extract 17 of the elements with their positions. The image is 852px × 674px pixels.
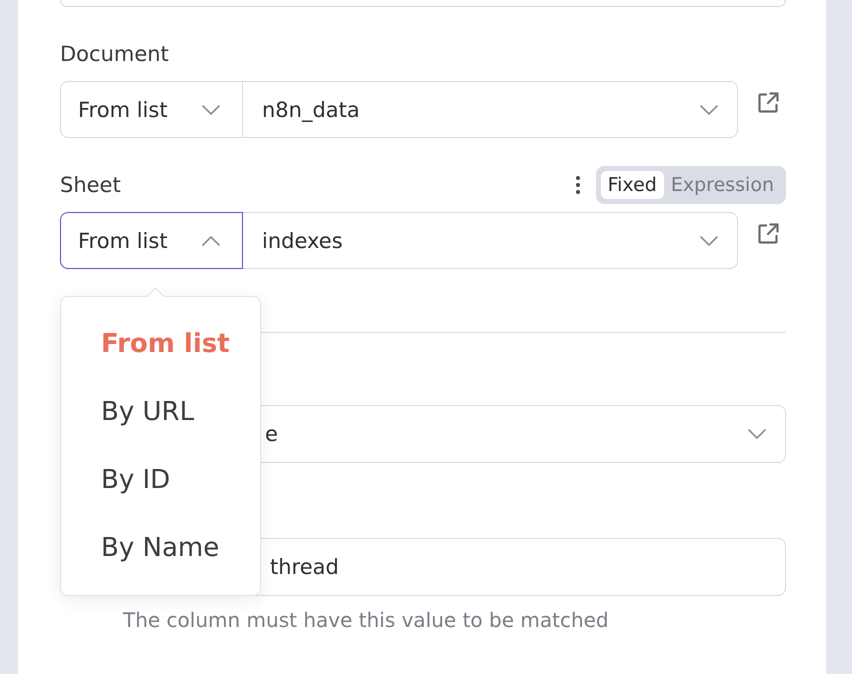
chevron-icon (202, 104, 220, 114)
field-label: Document (60, 41, 169, 68)
value-select[interactable]: indexes (243, 212, 738, 269)
mode-select[interactable]: From list (60, 81, 243, 138)
external-link-icon[interactable] (756, 91, 780, 115)
external-link-icon[interactable] (756, 222, 780, 246)
more-options-icon[interactable] (576, 176, 580, 194)
chevron-icon (700, 236, 718, 246)
toggle-option[interactable]: Fixed (600, 171, 664, 199)
field-hint: The column must have this value to be matched (123, 607, 609, 634)
mode-select[interactable]: From list (60, 212, 243, 269)
value-select[interactable]: n8n_data (243, 81, 738, 138)
chevron-icon (700, 104, 718, 114)
chevron-icon (748, 429, 766, 439)
field-label: Sheet (60, 172, 121, 199)
input-field[interactable] (60, 0, 786, 7)
chevron-icon (202, 236, 220, 246)
